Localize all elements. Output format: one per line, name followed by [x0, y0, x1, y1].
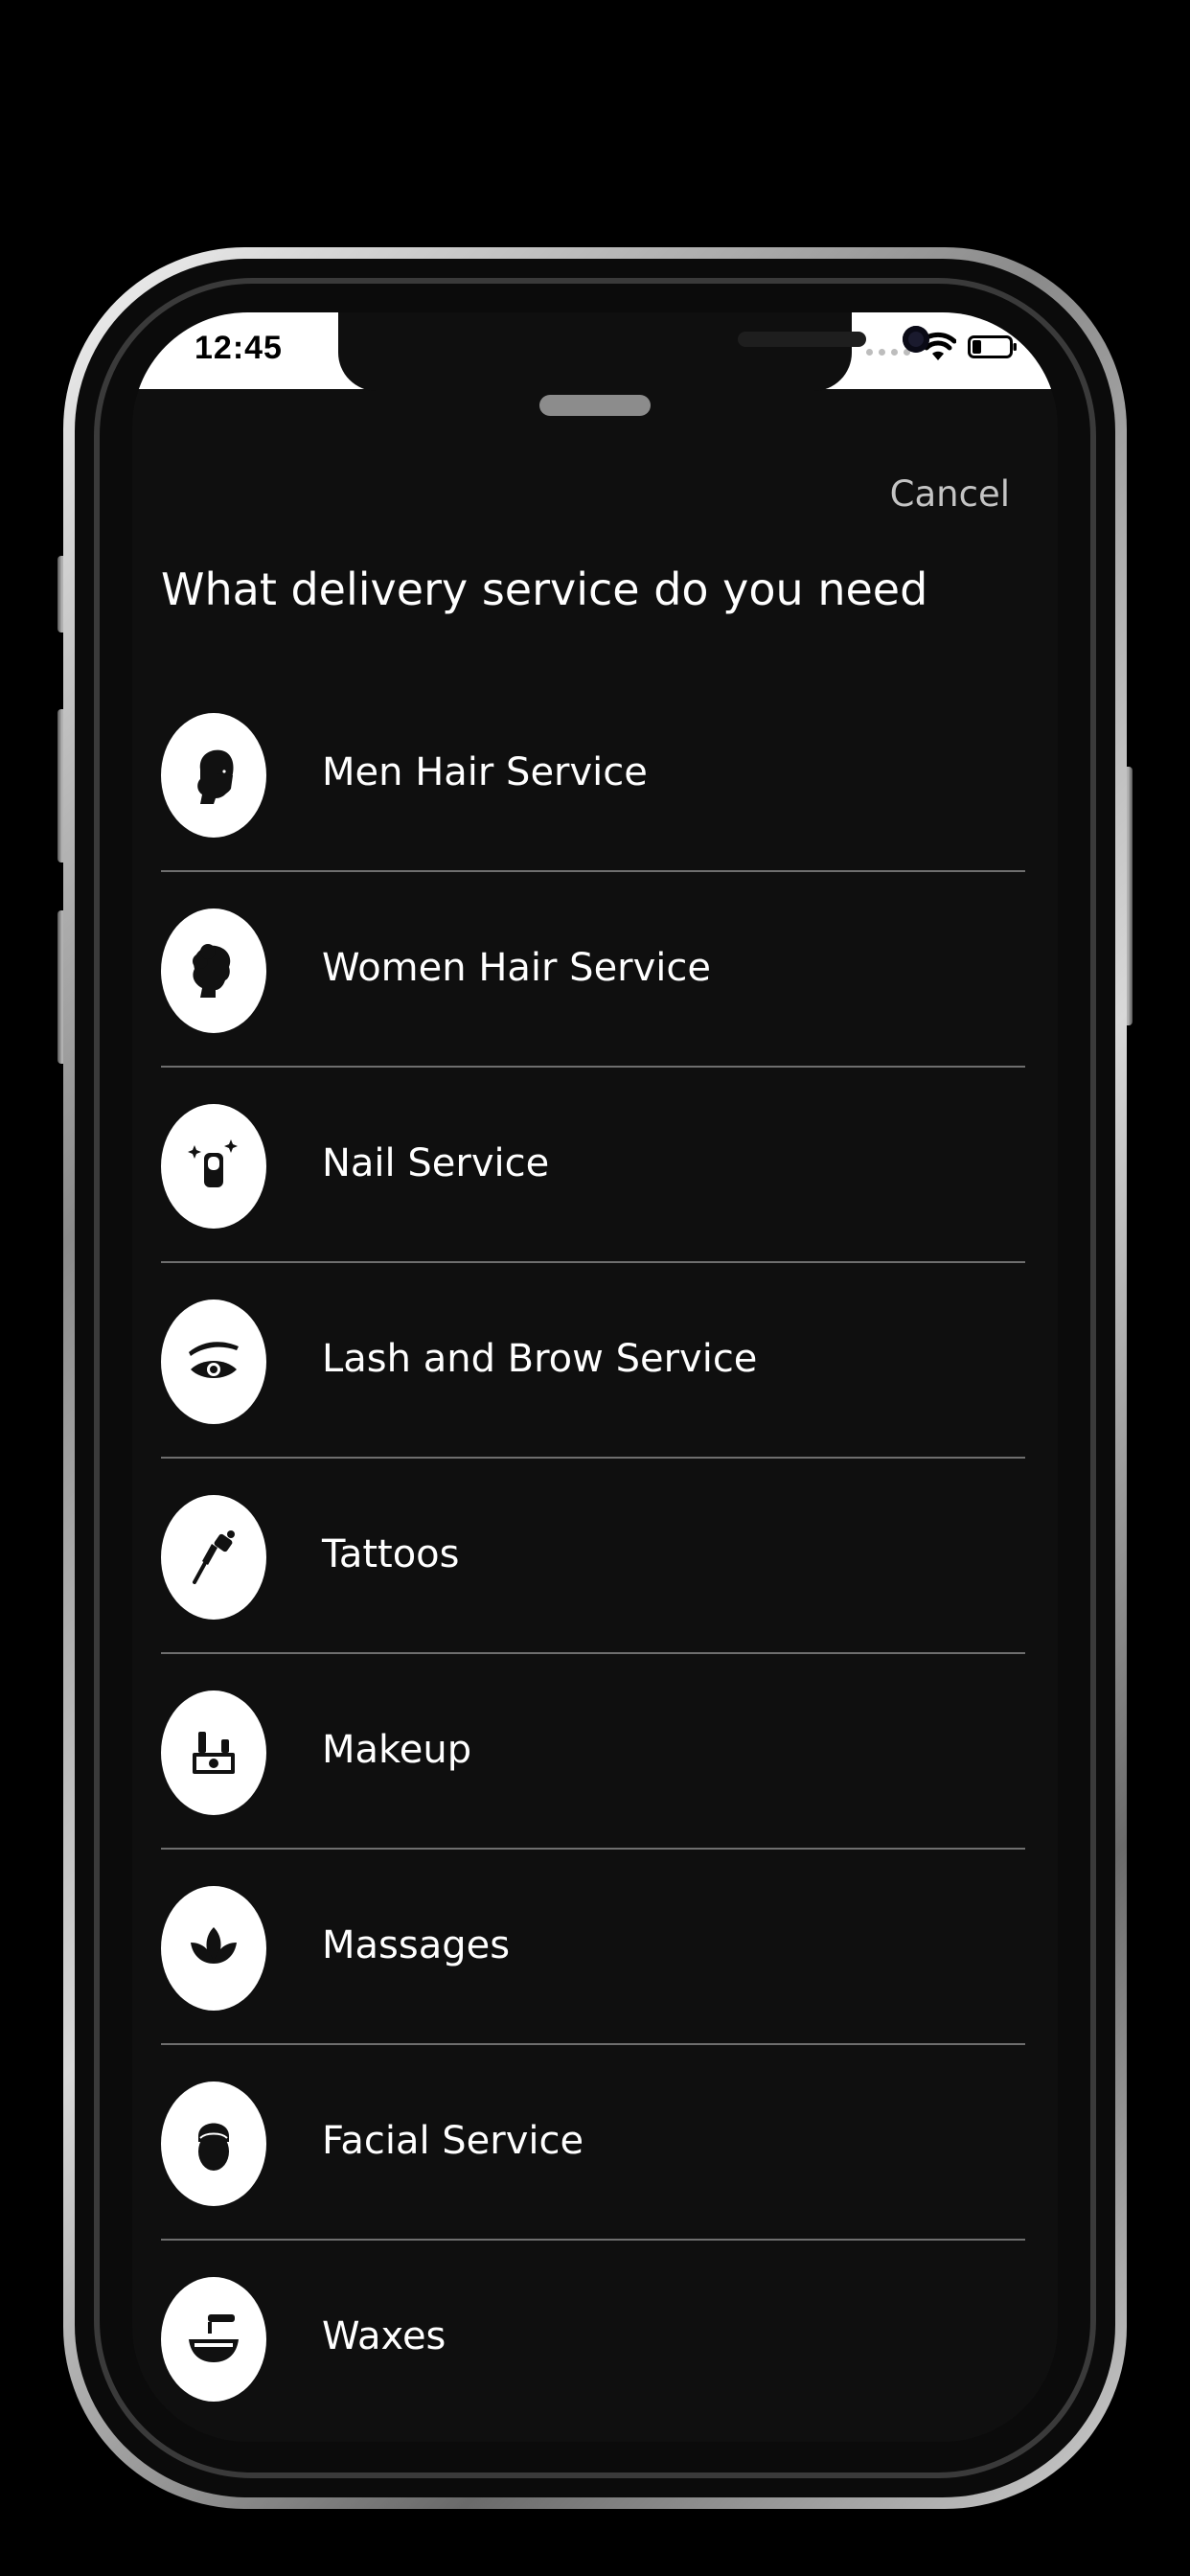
phone-screen: 12:45 Cancel What delivery service do yo… — [132, 312, 1058, 2442]
wax-bowl-icon — [161, 2277, 266, 2402]
service-item-nail[interactable]: Nail Service — [161, 1068, 1025, 1263]
service-label: Men Hair Service — [322, 750, 648, 794]
service-label: Lash and Brow Service — [322, 1337, 758, 1381]
cancel-button[interactable]: Cancel — [890, 473, 1010, 515]
service-label: Women Hair Service — [322, 946, 712, 990]
service-item-lash-brow[interactable]: Lash and Brow Service — [161, 1263, 1025, 1459]
facial-mask-icon — [161, 2082, 266, 2206]
stage: 12:45 Cancel What delivery service do yo… — [0, 0, 1190, 2576]
battery-icon — [968, 335, 1017, 358]
front-camera — [903, 326, 929, 353]
notch — [338, 312, 929, 391]
lotus-icon — [161, 1886, 266, 2011]
service-label: Facial Service — [322, 2119, 584, 2163]
service-item-women-hair[interactable]: Women Hair Service — [161, 872, 1025, 1068]
service-label: Nail Service — [322, 1141, 550, 1185]
service-item-waxes[interactable]: Waxes — [161, 2241, 1025, 2436]
speaker-grille — [738, 332, 866, 347]
sheet-grabber-handle[interactable] — [539, 395, 651, 416]
service-item-massages[interactable]: Massages — [161, 1850, 1025, 2045]
service-label: Makeup — [322, 1728, 472, 1772]
page-title: What delivery service do you need — [161, 564, 928, 615]
woman-head-icon — [161, 908, 266, 1033]
service-item-tattoos[interactable]: Tattoos — [161, 1459, 1025, 1654]
service-label: Tattoos — [322, 1532, 460, 1576]
service-label: Waxes — [322, 2314, 446, 2358]
nail-icon — [161, 1104, 266, 1229]
service-list: Men Hair Service Women Hair Service Nail… — [161, 677, 1025, 2436]
service-item-men-hair[interactable]: Men Hair Service — [161, 677, 1025, 872]
tattoo-gun-icon — [161, 1495, 266, 1620]
eye-brow-icon — [161, 1300, 266, 1424]
status-time: 12:45 — [195, 330, 283, 366]
cellular-signal-icon — [866, 349, 910, 356]
service-item-facial[interactable]: Facial Service — [161, 2045, 1025, 2241]
man-head-icon — [161, 713, 266, 838]
service-label: Massages — [322, 1923, 511, 1967]
makeup-kit-icon — [161, 1690, 266, 1815]
service-item-makeup[interactable]: Makeup — [161, 1654, 1025, 1850]
